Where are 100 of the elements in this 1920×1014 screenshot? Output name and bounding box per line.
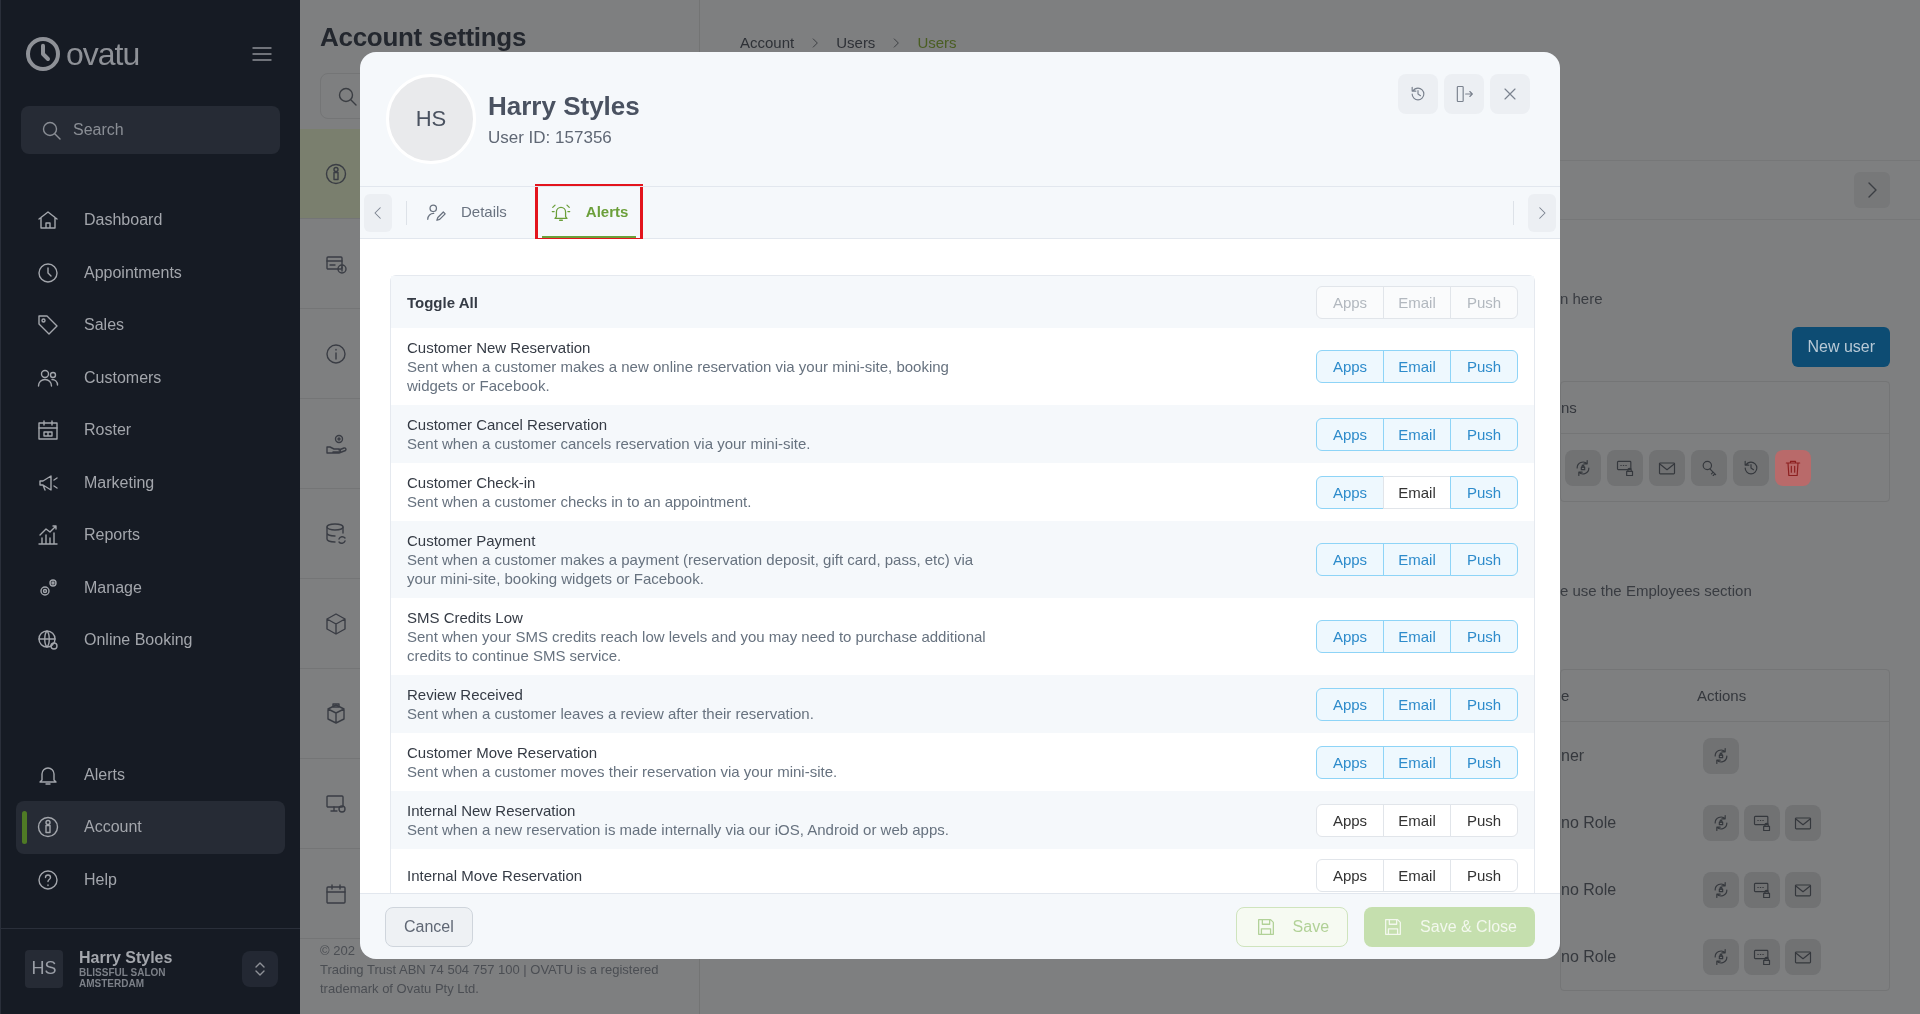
channel-toggle[interactable]: Push [1450,543,1518,576]
breadcrumb-link[interactable]: Users [836,34,876,52]
channel-toggle[interactable]: Apps [1316,745,1384,779]
delete-button[interactable] [1775,449,1811,486]
channel-toggle[interactable]: Push [1450,417,1518,451]
alert-title: Internal New Reservation [407,801,577,820]
breadcrumb-link[interactable]: Users [917,34,957,52]
nav-item[interactable]: Marketing [16,456,285,509]
person-icon [36,815,60,840]
nav-item[interactable]: Reports [16,509,285,562]
table-cell-text: no Role [1561,813,1618,832]
chart-icon [36,523,60,548]
channel-toggle[interactable]: Apps [1316,687,1384,721]
note-text: e use the Employees section [1560,582,1753,599]
calendar-icon [324,881,348,906]
channel-toggle[interactable]: Email [1383,745,1451,779]
action-button[interactable] [1744,871,1780,908]
nav-item[interactable]: Sales [16,299,285,352]
nav-item[interactable]: Online Booking [16,614,285,667]
sign-out-button[interactable] [1444,74,1484,114]
user-name: Harry Styles [79,948,174,967]
alert-description: Sent when a new reservation is made internally via our iOS, Android or web apps. [407,820,950,839]
column-header: e [1561,687,1571,704]
cancel-button[interactable]: Cancel [385,906,473,947]
alert-title: Customer Cancel Reservation [407,415,609,434]
nav-item[interactable]: Help [16,853,285,906]
channel-toggle[interactable]: Apps [1316,475,1384,509]
channel-toggle[interactable]: Push [1450,475,1518,509]
channel-toggle[interactable]: Apps [1316,803,1384,837]
channel-toggle[interactable]: Push [1450,350,1518,383]
alert-description: Sent when a customer makes a new online reservation via your mini-site, booking widgets or Facebook. [407,357,950,395]
channel-toggle[interactable]: Email [1383,803,1451,837]
exit-icon [1454,84,1474,104]
nav-item[interactable]: Appointments [16,246,285,299]
action-button[interactable] [1703,938,1739,975]
channel-toggle[interactable]: Email [1383,687,1451,721]
nav-item[interactable]: Manage [16,561,285,614]
page-title: Account settings [320,22,528,53]
alert-description: Sent when a customer moves their reservation via your mini-site. [407,762,839,781]
action-button[interactable] [1785,938,1821,975]
channel-toggle[interactable]: Email [1383,543,1451,576]
channel-toggle[interactable]: Email [1383,859,1451,892]
action-button[interactable] [1733,449,1769,486]
tab[interactable]: Details [417,187,515,238]
channel-toggle[interactable]: Email [1383,475,1451,509]
channel-toggle[interactable]: Apps [1316,859,1384,892]
alert-description: Sent when a customer checks in to an appointment. [407,492,753,511]
clock-icon [36,260,60,285]
help-icon [36,867,60,892]
breadcrumb-link[interactable]: Account [740,34,795,52]
alert-title: Customer Check-in [407,473,537,492]
action-button[interactable] [1607,449,1643,486]
alert-description: Sent when a customer cancels reservation via your mini-site. [407,434,812,453]
clock-icon [23,34,63,74]
channel-toggle[interactable]: Apps [1316,543,1384,576]
alert-title: Customer Move Reservation [407,743,599,762]
action-button[interactable] [1785,871,1821,908]
close-button[interactable] [1490,74,1530,114]
channel-toggle[interactable]: Email [1383,620,1451,653]
nav-item[interactable]: Account [16,801,285,854]
channel-toggle[interactable]: Apps [1316,620,1384,653]
switch-button[interactable] [242,950,278,987]
box-icon [324,611,348,636]
toggle-all-label: Toggle All [407,293,478,311]
user-avatar: HS [25,949,63,988]
search-field[interactable]: Search [21,106,280,154]
channel-toggle[interactable]: Push [1450,687,1518,721]
action-button[interactable] [1744,938,1780,975]
alert-description: Sent when a customer makes a payment (reservation deposit, gift card, pass, etc) via your mini-site, booking widgets or Facebook. [407,550,975,588]
channel-toggle[interactable]: Push [1450,745,1518,779]
globe-icon [36,628,60,653]
channel-toggle[interactable]: Email [1383,417,1451,451]
channel-toggle[interactable]: Push [1450,620,1518,653]
channel-toggle[interactable]: Email [1383,350,1451,383]
column-header: Actions [1697,687,1748,704]
action-button[interactable] [1649,449,1685,486]
nav-item[interactable]: Customers [16,351,285,404]
info-icon [324,341,348,366]
action-button[interactable] [1785,804,1821,841]
channel-toggle[interactable]: Apps [1316,417,1384,451]
action-button[interactable] [1744,804,1780,841]
logo: ovatu [23,34,140,74]
nav-item[interactable]: Dashboard [16,194,285,247]
action-button[interactable] [1703,871,1739,908]
table-cell-text: no Role [1561,947,1618,966]
action-button[interactable] [1691,449,1727,486]
channel-toggle[interactable]: Apps [1316,350,1384,383]
action-button[interactable] [1565,449,1601,486]
cube-icon [324,701,348,726]
action-button[interactable] [1703,804,1739,841]
history-button[interactable] [1398,74,1438,114]
action-button[interactable] [1703,737,1739,774]
alert-title: SMS Credits Low [407,608,524,627]
channel-toggle[interactable]: Push [1450,803,1518,837]
nav-item[interactable]: Alerts [16,748,285,801]
new-user-button[interactable]: New user [1792,327,1890,367]
channel-toggle[interactable]: Push [1450,859,1518,892]
user-id: User ID: 157356 [488,127,613,148]
next-button[interactable] [1854,172,1890,208]
nav-item[interactable]: Roster [16,404,285,457]
